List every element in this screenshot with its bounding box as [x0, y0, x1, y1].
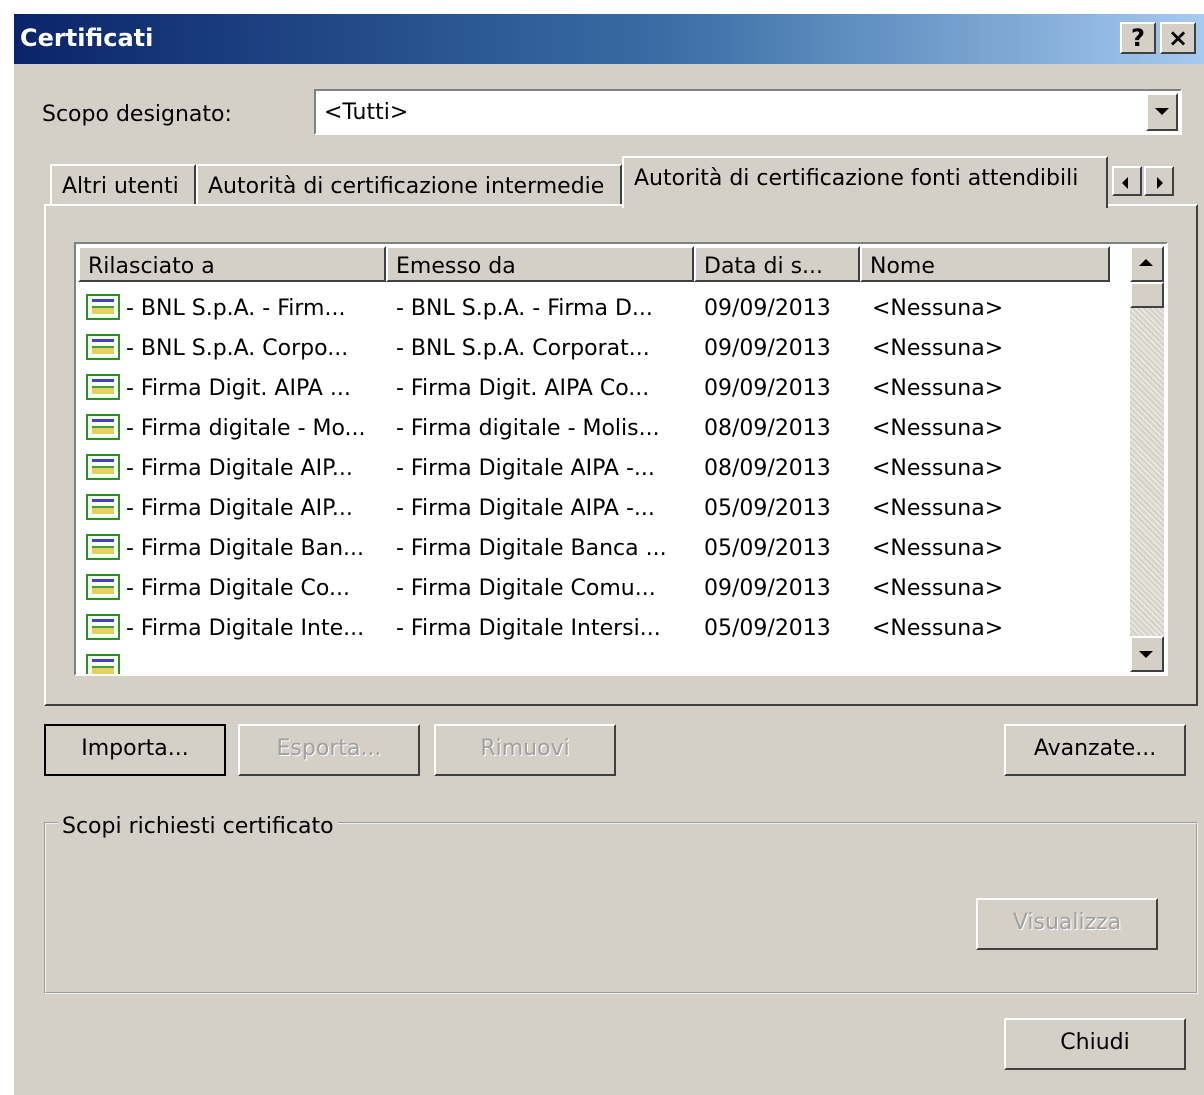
- cell-date: 08/09/2013: [704, 456, 831, 481]
- title-bar[interactable]: Certificati ? ×: [14, 14, 1204, 64]
- cell-issued-by: - Firma Digitale AIPA -...: [396, 496, 655, 521]
- cell-date: 09/09/2013: [704, 376, 831, 401]
- certificate-icon: [86, 454, 120, 480]
- column-header-issued-to[interactable]: Rilasciato a: [78, 246, 386, 282]
- certificate-icon: [86, 534, 120, 560]
- tab-trusted-root-ca[interactable]: Autorità di certificazione fonti attendi…: [622, 156, 1108, 208]
- cell-issued-by: - BNL S.p.A. - Firma D...: [396, 296, 653, 321]
- purpose-value: <Tutti>: [324, 100, 409, 125]
- arrow-right-icon: [1157, 177, 1163, 189]
- certificate-icon: [86, 574, 120, 600]
- cell-issued-to: - Firma Digitale AIP...: [126, 456, 353, 481]
- arrow-up-icon: [1139, 259, 1153, 266]
- tab-intermediate-ca[interactable]: Autorità di certificazione intermedie: [196, 164, 622, 206]
- cell-date: 09/09/2013: [704, 296, 831, 321]
- table-row[interactable]: - Firma digitale - Mo... - Firma digital…: [76, 408, 1106, 448]
- purpose-label: Scopo designato:: [42, 102, 232, 127]
- cell-date: 09/09/2013: [704, 576, 831, 601]
- advanced-button[interactable]: Avanzate...: [1004, 724, 1186, 776]
- chevron-down-icon: [1155, 108, 1169, 115]
- certificate-icon: [86, 654, 120, 674]
- export-button[interactable]: Esporta...: [238, 724, 420, 776]
- table-row[interactable]: - Firma Digitale Inte... - Firma Digital…: [76, 608, 1106, 648]
- cell-name: <Nessuna>: [872, 336, 1004, 361]
- cell-issued-to: - BNL S.p.A. - Firm...: [126, 296, 346, 321]
- tab-scroll-left-button[interactable]: [1112, 166, 1142, 196]
- table-row-partial[interactable]: [76, 648, 1106, 674]
- tab-label: Altri utenti: [62, 174, 179, 199]
- certificate-icon: [86, 294, 120, 320]
- cell-name: <Nessuna>: [872, 416, 1004, 441]
- cell-date: 08/09/2013: [704, 416, 831, 441]
- certificate-icon: [86, 374, 120, 400]
- cell-issued-by: - BNL S.p.A. Corporat...: [396, 336, 650, 361]
- remove-button[interactable]: Rimuovi: [434, 724, 616, 776]
- cell-issued-to: - Firma Digitale AIP...: [126, 496, 353, 521]
- certificate-icon: [86, 614, 120, 640]
- cell-date: 05/09/2013: [704, 496, 831, 521]
- tab-label: Autorità di certificazione fonti attendi…: [634, 166, 1079, 191]
- cell-issued-to: - Firma Digitale Ban...: [126, 536, 365, 561]
- cell-date: 05/09/2013: [704, 616, 831, 641]
- cell-date: 05/09/2013: [704, 536, 831, 561]
- cell-issued-by: - Firma Digitale Intersi...: [396, 616, 661, 641]
- scroll-down-button[interactable]: [1130, 636, 1164, 672]
- arrow-left-icon: [1122, 177, 1128, 189]
- cell-issued-to: - Firma Digitale Co...: [126, 576, 350, 601]
- cell-name: <Nessuna>: [872, 536, 1004, 561]
- column-header-date[interactable]: Data di s...: [694, 246, 860, 282]
- list-vertical-scrollbar[interactable]: [1130, 246, 1164, 672]
- cell-issued-by: - Firma Digitale Comu...: [396, 576, 656, 601]
- column-header-name[interactable]: Nome: [860, 246, 1110, 282]
- arrow-down-icon: [1139, 651, 1153, 658]
- tab-label: Autorità di certificazione intermedie: [208, 174, 605, 199]
- cell-issued-to: - BNL S.p.A. Corpo...: [126, 336, 349, 361]
- view-button[interactable]: Visualizza: [976, 898, 1158, 950]
- certificate-list[interactable]: Rilasciato a Emesso da Data di s... Nome…: [74, 242, 1168, 676]
- cell-issued-to: - Firma Digit. AIPA ...: [126, 376, 351, 401]
- purpose-combobox[interactable]: <Tutti>: [314, 89, 1182, 135]
- table-row[interactable]: - BNL S.p.A. - Firm... - BNL S.p.A. - Fi…: [76, 288, 1106, 328]
- import-button[interactable]: Importa...: [44, 724, 226, 776]
- cell-issued-by: - Firma Digit. AIPA Co...: [396, 376, 650, 401]
- certificate-icon: [86, 494, 120, 520]
- scroll-thumb[interactable]: [1130, 282, 1164, 308]
- column-header-issued-by[interactable]: Emesso da: [386, 246, 694, 282]
- cell-name: <Nessuna>: [872, 496, 1004, 521]
- close-button[interactable]: Chiudi: [1004, 1018, 1186, 1070]
- cell-name: <Nessuna>: [872, 296, 1004, 321]
- table-row[interactable]: - Firma Digitale AIP... - Firma Digitale…: [76, 448, 1106, 488]
- certificate-icon: [86, 334, 120, 360]
- cell-date: 09/09/2013: [704, 336, 831, 361]
- cell-issued-by: - Firma digitale - Molis...: [396, 416, 660, 441]
- help-button[interactable]: ?: [1120, 22, 1156, 54]
- table-row[interactable]: - Firma Digitale Co... - Firma Digitale …: [76, 568, 1106, 608]
- window-title: Certificati: [20, 24, 154, 52]
- table-row[interactable]: - BNL S.p.A. Corpo... - BNL S.p.A. Corpo…: [76, 328, 1106, 368]
- table-row[interactable]: - Firma Digit. AIPA ... - Firma Digit. A…: [76, 368, 1106, 408]
- table-row[interactable]: - Firma Digitale Ban... - Firma Digitale…: [76, 528, 1106, 568]
- cell-issued-by: - Firma Digitale Banca ...: [396, 536, 667, 561]
- cell-name: <Nessuna>: [872, 376, 1004, 401]
- certificate-icon: [86, 414, 120, 440]
- cell-name: <Nessuna>: [872, 616, 1004, 641]
- group-label: Scopi richiesti certificato: [58, 814, 338, 839]
- cell-name: <Nessuna>: [872, 456, 1004, 481]
- purpose-dropdown-button[interactable]: [1146, 93, 1178, 131]
- cell-issued-to: - Firma Digitale Inte...: [126, 616, 365, 641]
- tab-altri-utenti[interactable]: Altri utenti: [50, 164, 196, 206]
- tab-scroll-right-button[interactable]: [1144, 166, 1174, 196]
- close-window-button[interactable]: ×: [1160, 22, 1196, 54]
- cell-issued-to: - Firma digitale - Mo...: [126, 416, 366, 441]
- cell-issued-by: - Firma Digitale AIPA -...: [396, 456, 655, 481]
- certificates-dialog: Certificati ? × Scopo designato: <Tutti>…: [12, 12, 1204, 1095]
- cell-name: <Nessuna>: [872, 576, 1004, 601]
- scroll-up-button[interactable]: [1130, 246, 1164, 282]
- table-row[interactable]: - Firma Digitale AIP... - Firma Digitale…: [76, 488, 1106, 528]
